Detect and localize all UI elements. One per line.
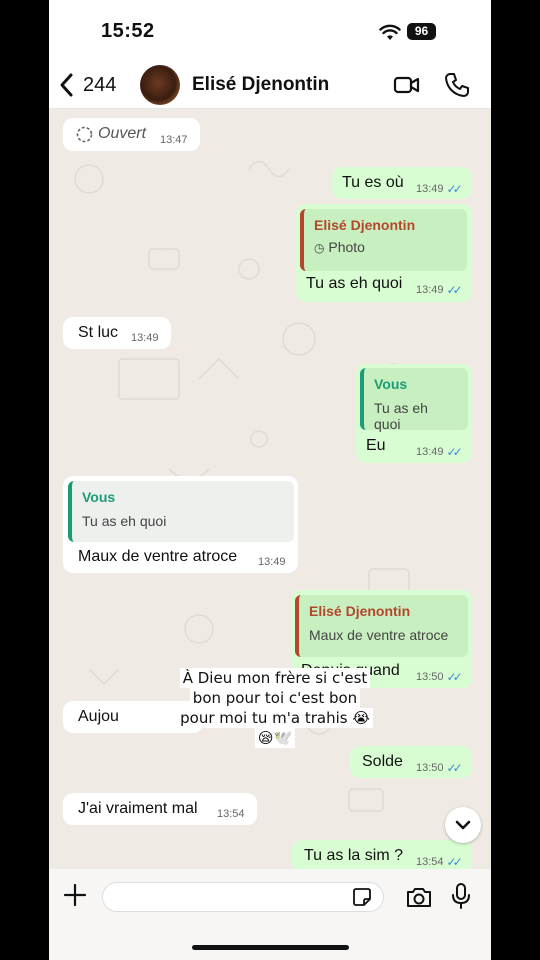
message-outgoing[interactable]: Elisé Djenontin ◷ Photo Tu as eh quoi 13…: [296, 204, 472, 302]
quote-text: Maux de ventre atroce: [309, 627, 449, 643]
quote-text: ◷ Photo: [314, 239, 365, 255]
message-text: Tu as eh quoi: [306, 275, 403, 292]
quote-author: Vous: [82, 489, 116, 505]
message-incoming[interactable]: Ouvert 13:47: [63, 118, 200, 151]
status-time: 15:52: [101, 20, 155, 42]
message-time: 13:54: [217, 808, 245, 820]
message-time: 13:49 ✓✓: [416, 283, 463, 297]
message-text: Aujou: [78, 708, 119, 725]
message-incoming[interactable]: Vous Tu as eh quoi Maux de ventre atroce…: [63, 476, 298, 573]
message-text: Eu: [366, 437, 386, 454]
quote-author: Elisé Djenontin: [309, 603, 411, 619]
sticker-icon[interactable]: [351, 886, 373, 908]
overlay-line: bon pour toi c'est bon: [189, 688, 361, 708]
overlay-line: 😪🕊️: [254, 728, 296, 748]
reply-quote[interactable]: Vous Tu as eh quoi: [360, 368, 468, 432]
back-button[interactable]: 244: [57, 70, 137, 100]
avatar[interactable]: [140, 65, 180, 105]
message-time: 13:50 ✓✓: [416, 670, 463, 684]
phone-call-icon[interactable]: [444, 72, 470, 98]
caption-overlay: À Dieu mon frère si c'est bon pour toi c…: [170, 668, 380, 748]
read-receipt-icon: ✓✓: [446, 855, 463, 869]
message-time: 13:47: [160, 134, 188, 146]
quote-text: Tu as eh quoi: [374, 400, 428, 432]
message-outgoing[interactable]: Tu as la sim ? 13:54 ✓✓: [292, 840, 472, 869]
status-bar: 15:52 96: [49, 0, 491, 62]
message-text: Solde: [362, 753, 403, 770]
view-once-icon: [76, 126, 93, 143]
read-receipt-icon: ✓✓: [446, 283, 463, 297]
clock-icon: ◷: [314, 241, 325, 255]
camera-icon[interactable]: [405, 885, 433, 909]
message-text: J'ai vraiment mal: [78, 800, 198, 817]
read-receipt-icon: ✓✓: [446, 445, 463, 459]
home-indicator: [192, 945, 349, 950]
message-outgoing[interactable]: Solde 13:50 ✓✓: [350, 746, 472, 778]
message-time: 13:50 ✓✓: [416, 761, 463, 775]
quote-author: Elisé Djenontin: [314, 217, 416, 233]
message-time: 13:49: [131, 332, 159, 344]
microphone-icon[interactable]: [451, 882, 471, 910]
message-time: 13:49 ✓✓: [416, 182, 463, 196]
contact-name[interactable]: Elisé Djenontin: [192, 74, 329, 96]
reply-quote[interactable]: Vous Tu as eh quoi: [68, 481, 294, 542]
chevron-left-icon: [60, 73, 73, 97]
video-call-icon[interactable]: [393, 73, 421, 97]
message-incoming[interactable]: J'ai vraiment mal 13:54: [63, 793, 257, 825]
overlay-line: À Dieu mon frère si c'est: [179, 668, 371, 688]
chat-header: 244 Elisé Djenontin: [49, 62, 491, 109]
read-receipt-icon: ✓✓: [446, 761, 463, 775]
quote-text: Tu as eh quoi: [82, 513, 167, 529]
reply-quote[interactable]: Elisé Djenontin Maux de ventre atroce: [295, 595, 468, 657]
wifi-icon: [379, 24, 401, 40]
compose-bar: [49, 869, 491, 960]
reply-quote[interactable]: Elisé Djenontin ◷ Photo: [300, 209, 467, 271]
message-list[interactable]: Ouvert 13:47 Tu es où 13:49 ✓✓ Elisé Djen…: [49, 109, 491, 869]
message-time: 13:49 ✓✓: [416, 445, 463, 459]
message-outgoing[interactable]: Tu es où 13:49 ✓✓: [332, 167, 472, 199]
chevron-down-icon: [455, 820, 471, 830]
plus-icon[interactable]: [63, 883, 87, 907]
phone-screen: 15:52 96 244 Elisé Djenontin Ouvert 13:4…: [49, 0, 491, 960]
unread-count: 244: [83, 73, 117, 96]
message-text: Maux de ventre atroce: [78, 548, 238, 565]
read-receipt-icon: ✓✓: [446, 182, 463, 196]
battery-indicator: 96: [407, 23, 436, 40]
message-text: St luc: [78, 324, 119, 341]
message-time: 13:54 ✓✓: [416, 855, 463, 869]
read-receipt-icon: ✓✓: [446, 670, 463, 684]
message-text: Tu es où: [342, 174, 404, 191]
overlay-line: pour moi tu m'a trahis 😭: [177, 708, 373, 728]
message-incoming[interactable]: St luc 13:49: [63, 317, 171, 349]
message-text: Ouvert: [98, 125, 147, 142]
scroll-to-bottom-button[interactable]: [445, 807, 481, 843]
message-text: Tu as la sim ?: [304, 847, 403, 864]
message-time: 13:49: [258, 556, 286, 568]
message-outgoing[interactable]: Vous Tu as eh quoi Eu 13:49 ✓✓: [356, 364, 472, 463]
quote-author: Vous: [374, 376, 408, 392]
message-input[interactable]: [102, 882, 384, 912]
